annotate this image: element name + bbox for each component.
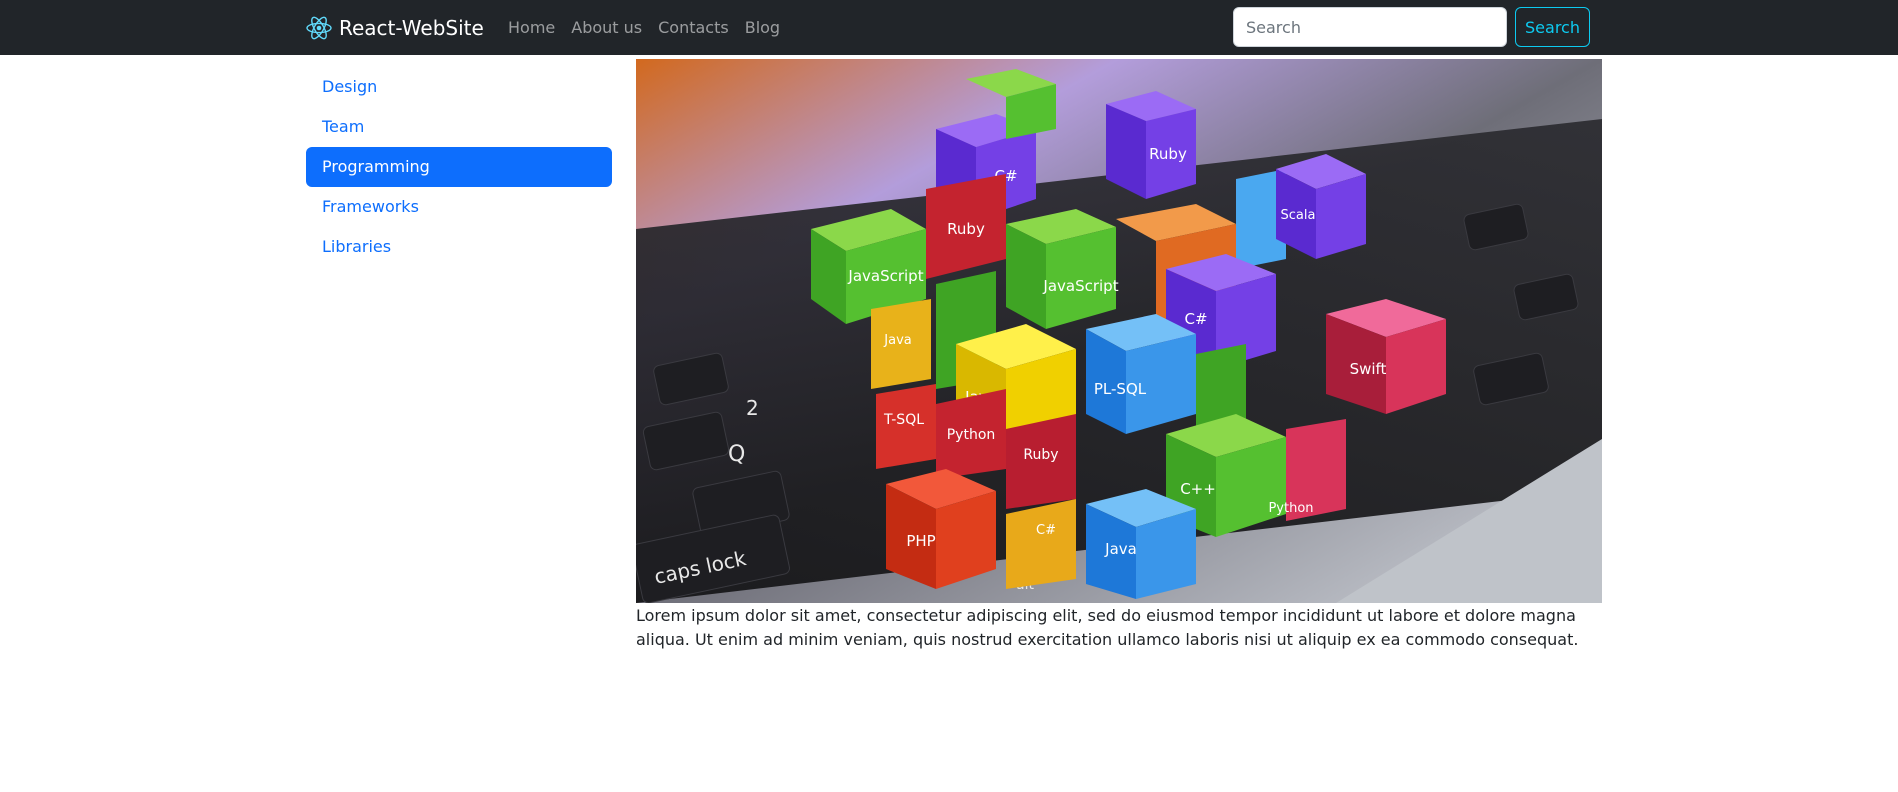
nav-link-home[interactable]: Home [500, 18, 563, 37]
svg-text:C++: C++ [1180, 480, 1216, 498]
cube-plsql: PL-SQL [1086, 314, 1196, 434]
cube-scala: Scala [1276, 154, 1366, 259]
content-paragraph: Lorem ipsum dolor sit amet, consectetur … [636, 606, 1579, 649]
svg-text:Python: Python [947, 427, 996, 443]
svg-text:PHP: PHP [906, 532, 935, 550]
react-logo-icon [305, 14, 333, 42]
sidebar: Design Team Programming Frameworks Libra… [306, 67, 612, 267]
top-navbar: React-WebSite Home About us Contacts Blo… [0, 0, 1898, 55]
cube-java-yellow-left: Java [871, 299, 931, 389]
svg-text:Java: Java [1104, 540, 1137, 558]
svg-text:Swift: Swift [1350, 360, 1387, 378]
nav-link-about[interactable]: About us [563, 18, 650, 37]
svg-text:JavaScript: JavaScript [847, 267, 923, 285]
search-button[interactable]: Search [1515, 7, 1590, 47]
svg-text:Python: Python [1268, 501, 1313, 516]
brand-name: React-WebSite [339, 15, 484, 40]
key-2: 2 [746, 396, 759, 420]
svg-text:Ruby: Ruby [1023, 447, 1058, 463]
svg-text:T-SQL: T-SQL [883, 412, 924, 428]
nav-link-contacts[interactable]: Contacts [650, 18, 737, 37]
brand-link[interactable]: React-WebSite [305, 0, 484, 55]
nav-link-blog[interactable]: Blog [737, 18, 788, 37]
svg-text:Ruby: Ruby [1149, 145, 1187, 163]
svg-text:Java: Java [883, 333, 911, 348]
svg-text:C#: C# [1036, 523, 1056, 538]
sidebar-item-design[interactable]: Design [306, 67, 612, 107]
sidebar-item-frameworks[interactable]: Frameworks [306, 187, 612, 227]
sidebar-item-programming[interactable]: Programming [306, 147, 612, 187]
cube-java-blue: Java [1086, 489, 1196, 599]
cube-csharp-yellow: C# [1006, 499, 1076, 589]
svg-text:JavaScript: JavaScript [1042, 277, 1118, 295]
cube-swift: Swift [1326, 299, 1446, 414]
svg-text:Ruby: Ruby [947, 220, 985, 238]
cube-javascript-2: JavaScript [1006, 209, 1119, 329]
sidebar-item-libraries[interactable]: Libraries [306, 227, 612, 267]
svg-text:PL-SQL: PL-SQL [1094, 380, 1147, 398]
search-input[interactable] [1233, 7, 1507, 47]
cube-php: PHP [886, 469, 996, 589]
cube-ruby-1: Ruby [1106, 91, 1196, 199]
hero-image: caps lock Q 2 alt JavaScript C# Ruby [636, 59, 1602, 603]
svg-text:C#: C# [1184, 310, 1207, 328]
key-q: Q [728, 442, 745, 467]
sidebar-item-team[interactable]: Team [306, 107, 612, 147]
programming-cubes-illustration: caps lock Q 2 alt JavaScript C# Ruby [636, 59, 1602, 603]
nav-links: Home About us Contacts Blog [500, 0, 788, 55]
svg-text:Scala: Scala [1281, 208, 1316, 223]
